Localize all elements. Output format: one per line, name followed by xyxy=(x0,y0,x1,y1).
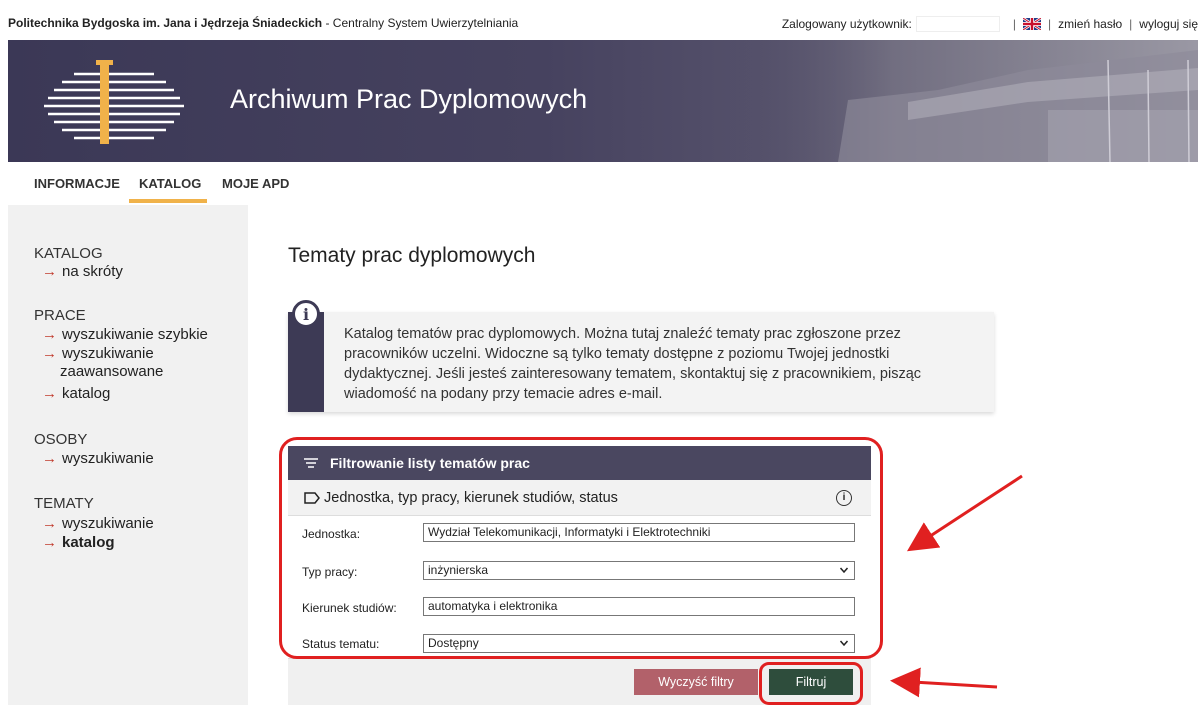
system-name: - Centralny System Uwierzytelniania xyxy=(322,16,519,30)
arrow-right-icon: → xyxy=(42,385,57,402)
sidebar-item-label: zaawansowane xyxy=(60,363,164,380)
sidebar-item-label: katalog xyxy=(62,534,115,551)
tab-informacje[interactable]: INFORMACJE xyxy=(34,176,120,191)
info-line: pracowników uczelni. Widoczne są tylko t… xyxy=(344,346,890,362)
banner-title: Archiwum Prac Dyplomowych xyxy=(230,84,588,114)
separator: | xyxy=(1012,17,1017,31)
info-line: dydaktycznej. Jeśli jesteś zainteresowan… xyxy=(344,366,922,382)
username-field xyxy=(915,16,1000,32)
info-box: i Katalog tematów prac dyplomowych. Możn… xyxy=(288,300,994,412)
sidebar-item-label: katalog xyxy=(62,385,111,402)
info-icon: i xyxy=(292,300,320,328)
university-logo-icon[interactable] xyxy=(34,52,194,150)
separator: | xyxy=(1129,17,1133,31)
change-password-link[interactable]: zmień hasło xyxy=(1058,17,1122,31)
sidebar-item-katalog-prace[interactable]: → katalog xyxy=(42,385,110,403)
logout-link[interactable]: wyloguj się xyxy=(1139,17,1198,31)
info-text: Katalog tematów prac dyplomowych. Można … xyxy=(344,324,964,404)
annotation-arrow xyxy=(906,474,1023,552)
sidebar-section-osoby: OSOBY xyxy=(34,431,88,448)
sidebar-section-tematy: TEMATY xyxy=(34,495,94,512)
info-line: wiadomość na podany przy temacie adres e… xyxy=(344,386,663,402)
sidebar-item-wyszukiwanie-zaawansowane[interactable]: → wyszukiwanie zaawansowane xyxy=(42,345,163,381)
institution-line: Politechnika Bydgoska im. Jana i Jędrzej… xyxy=(8,16,518,30)
sidebar-item-wyszukiwanie-szybkie[interactable]: → wyszukiwanie szybkie xyxy=(42,326,208,344)
annotation-highlight-filtruj xyxy=(759,662,863,705)
top-bar: Politechnika Bydgoska im. Jana i Jędrzej… xyxy=(0,0,1198,36)
sidebar-item-tematy-katalog[interactable]: → katalog xyxy=(42,534,115,552)
sidebar-section-prace: PRACE xyxy=(34,307,86,324)
sidebar-item-tematy-wyszukiwanie[interactable]: → wyszukiwanie xyxy=(42,515,154,533)
annotation-arrow xyxy=(890,667,998,698)
sidebar-item-na-skroty[interactable]: → na skróty xyxy=(42,263,123,281)
arrow-right-icon: → xyxy=(42,263,57,280)
user-area: Zalogowany użytkownik: | | zmień hasło |… xyxy=(782,16,1198,32)
arrow-right-icon: → xyxy=(42,515,57,532)
tab-katalog[interactable]: KATALOG xyxy=(139,176,201,191)
annotation-highlight-filters xyxy=(279,437,883,659)
sidebar-item-label: wyszukiwanie szybkie xyxy=(62,326,208,343)
sidebar-item-label: na skróty xyxy=(62,263,123,280)
uk-flag-icon[interactable] xyxy=(1023,18,1042,30)
logged-user-label: Zalogowany użytkownik: xyxy=(781,17,912,31)
arrow-right-icon: → xyxy=(42,345,57,362)
separator: | xyxy=(1048,17,1052,31)
arrow-right-icon: → xyxy=(42,534,57,551)
banner: Archiwum Prac Dyplomowych xyxy=(8,40,1198,162)
sidebar-item-osoby-wyszukiwanie[interactable]: → wyszukiwanie xyxy=(42,450,154,468)
institution-name: Politechnika Bydgoska im. Jana i Jędrzej… xyxy=(8,16,323,30)
sidebar-section-katalog: KATALOG xyxy=(34,245,103,262)
arrow-right-icon: → xyxy=(42,450,57,467)
sidebar-item-label: wyszukiwanie xyxy=(62,345,154,362)
sidebar-item-label: wyszukiwanie xyxy=(62,515,154,532)
active-tab-indicator xyxy=(129,199,207,203)
sidebar: KATALOG → na skróty PRACE → wyszukiwanie s… xyxy=(8,205,248,705)
page-title: Tematy prac dyplomowych xyxy=(288,244,536,267)
tab-moje-apd[interactable]: MOJE APD xyxy=(222,176,289,191)
info-line: Katalog tematów prac dyplomowych. Można … xyxy=(344,326,901,342)
arrow-right-icon: → xyxy=(42,326,57,343)
sidebar-item-label: wyszukiwanie xyxy=(62,450,154,467)
clear-filters-button[interactable]: Wyczyść filtry xyxy=(634,669,758,695)
main-nav: INFORMACJE KATALOG MOJE APD xyxy=(8,162,1198,204)
building-photo xyxy=(728,40,1198,162)
